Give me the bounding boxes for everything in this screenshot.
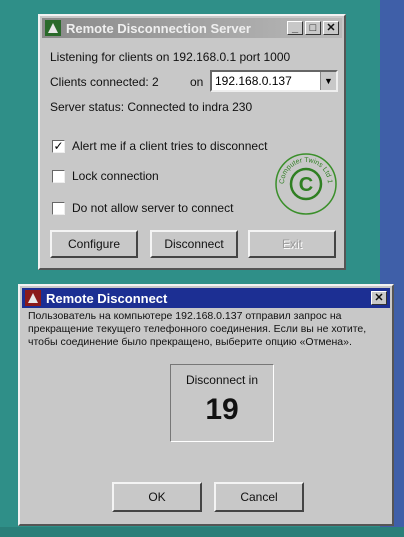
- dialog-title: Remote Disconnect: [46, 290, 168, 306]
- server-window-title: Remote Disconnection Server: [66, 20, 251, 36]
- copyright-seal-icon: C Computer Twins Ltd 1998: [274, 152, 337, 215]
- remote-disconnect-dialog: Remote Disconnect ✕ Пользователь на комп…: [18, 284, 394, 526]
- app-icon: [45, 20, 61, 36]
- minimize-icon[interactable]: _: [287, 21, 303, 35]
- server-window: Remote Disconnection Server _ □ ✕ Listen…: [38, 14, 346, 270]
- countdown-label: Disconnect in: [185, 373, 259, 387]
- no-server-connect-checkbox[interactable]: [52, 202, 65, 215]
- chevron-down-icon[interactable]: ▼: [320, 72, 336, 90]
- desktop-bottom-strip: [0, 527, 404, 537]
- lock-connection-checkbox[interactable]: [52, 170, 65, 183]
- no-server-connect-label[interactable]: Do not allow server to connect: [72, 201, 233, 215]
- configure-button[interactable]: Configure: [50, 230, 138, 258]
- client-select[interactable]: 192.168.0.137 ▼: [210, 70, 338, 92]
- dialog-controls: ✕: [369, 291, 387, 305]
- on-label: on: [190, 75, 204, 89]
- countdown-value: 19: [205, 393, 239, 426]
- lock-connection-label[interactable]: Lock connection: [72, 169, 159, 183]
- svg-text:C: C: [299, 174, 313, 196]
- server-status-text: Server status: Connected to indra 230: [50, 100, 253, 114]
- clients-connected-label: Clients connected: 2: [50, 75, 159, 89]
- window-controls: _ □ ✕: [285, 21, 339, 35]
- disconnect-button[interactable]: Disconnect: [150, 230, 238, 258]
- client-select-value: 192.168.0.137: [215, 74, 292, 88]
- cancel-button[interactable]: Cancel: [214, 482, 304, 512]
- server-window-titlebar[interactable]: Remote Disconnection Server _ □ ✕: [42, 18, 342, 38]
- exit-button[interactable]: Exit: [248, 230, 336, 258]
- alert-checkbox[interactable]: ✓: [52, 140, 65, 153]
- close-icon[interactable]: ✕: [323, 21, 339, 35]
- dialog-titlebar[interactable]: Remote Disconnect ✕: [22, 288, 390, 308]
- dialog-message: Пользователь на компьютере 192.168.0.137…: [28, 310, 367, 348]
- alert-checkbox-label[interactable]: Alert me if a client tries to disconnect: [72, 139, 267, 153]
- app-icon: [25, 290, 41, 306]
- listening-text: Listening for clients on 192.168.0.1 por…: [50, 50, 291, 64]
- maximize-icon[interactable]: □: [305, 21, 321, 35]
- ok-button[interactable]: OK: [112, 482, 202, 512]
- close-icon[interactable]: ✕: [371, 291, 387, 305]
- countdown-panel: Disconnect in 19: [170, 364, 274, 442]
